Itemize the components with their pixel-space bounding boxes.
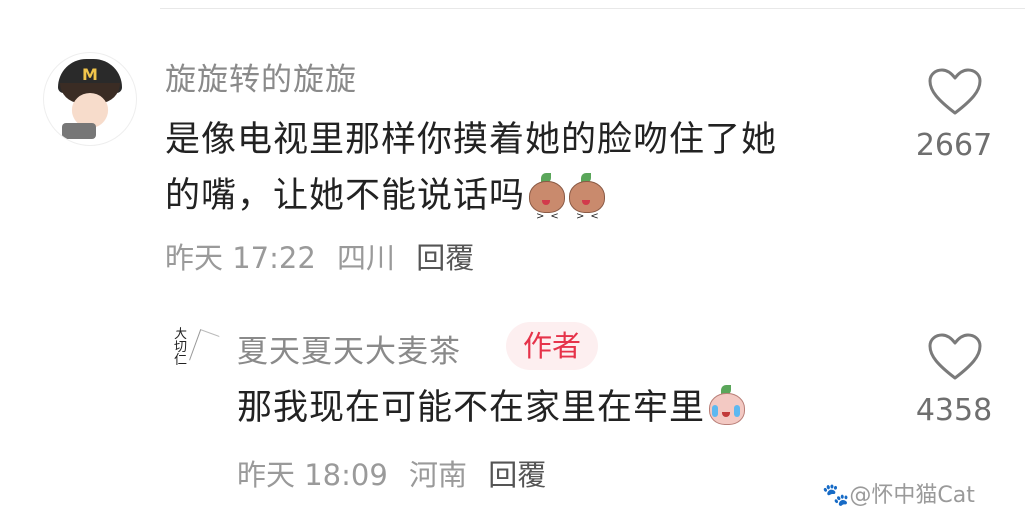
watermark: 🐾@怀中猫Cat <box>822 483 975 508</box>
paw-icon: 🐾 <box>822 483 850 508</box>
author-badge: 作者 <box>506 322 598 370</box>
like-count: 4358 <box>915 393 993 428</box>
comment-time: 昨天 18:09 <box>237 458 388 492</box>
comment-location: 四川 <box>337 241 396 275</box>
comment-username[interactable]: 夏天夏天大麦茶 <box>237 326 461 371</box>
comment-meta: 昨天 17:22 四川 回覆 <box>165 235 474 277</box>
comment-meta: 昨天 18:09 河南 回覆 <box>237 452 546 494</box>
reply-comment-item: 大 切 仁 夏天夏天大麦茶 作者 那我现在可能不在家里在牢里 昨天 18:09 … <box>0 0 1025 492</box>
crane-sketch <box>189 329 222 368</box>
comment-location: 河南 <box>409 458 468 492</box>
reply-button[interactable]: 回覆 <box>416 241 474 275</box>
calligraphy-text: 大 切 仁 <box>174 327 188 368</box>
reply-button[interactable]: 回覆 <box>488 458 546 492</box>
crying-bun-emoji-icon <box>707 385 746 425</box>
comment-text[interactable]: 那我现在可能不在家里在牢里 <box>237 380 746 436</box>
heart-outline-icon[interactable] <box>928 333 982 381</box>
avatar[interactable]: 大 切 仁 <box>170 322 222 374</box>
comment-time: 昨天 17:22 <box>165 241 316 275</box>
